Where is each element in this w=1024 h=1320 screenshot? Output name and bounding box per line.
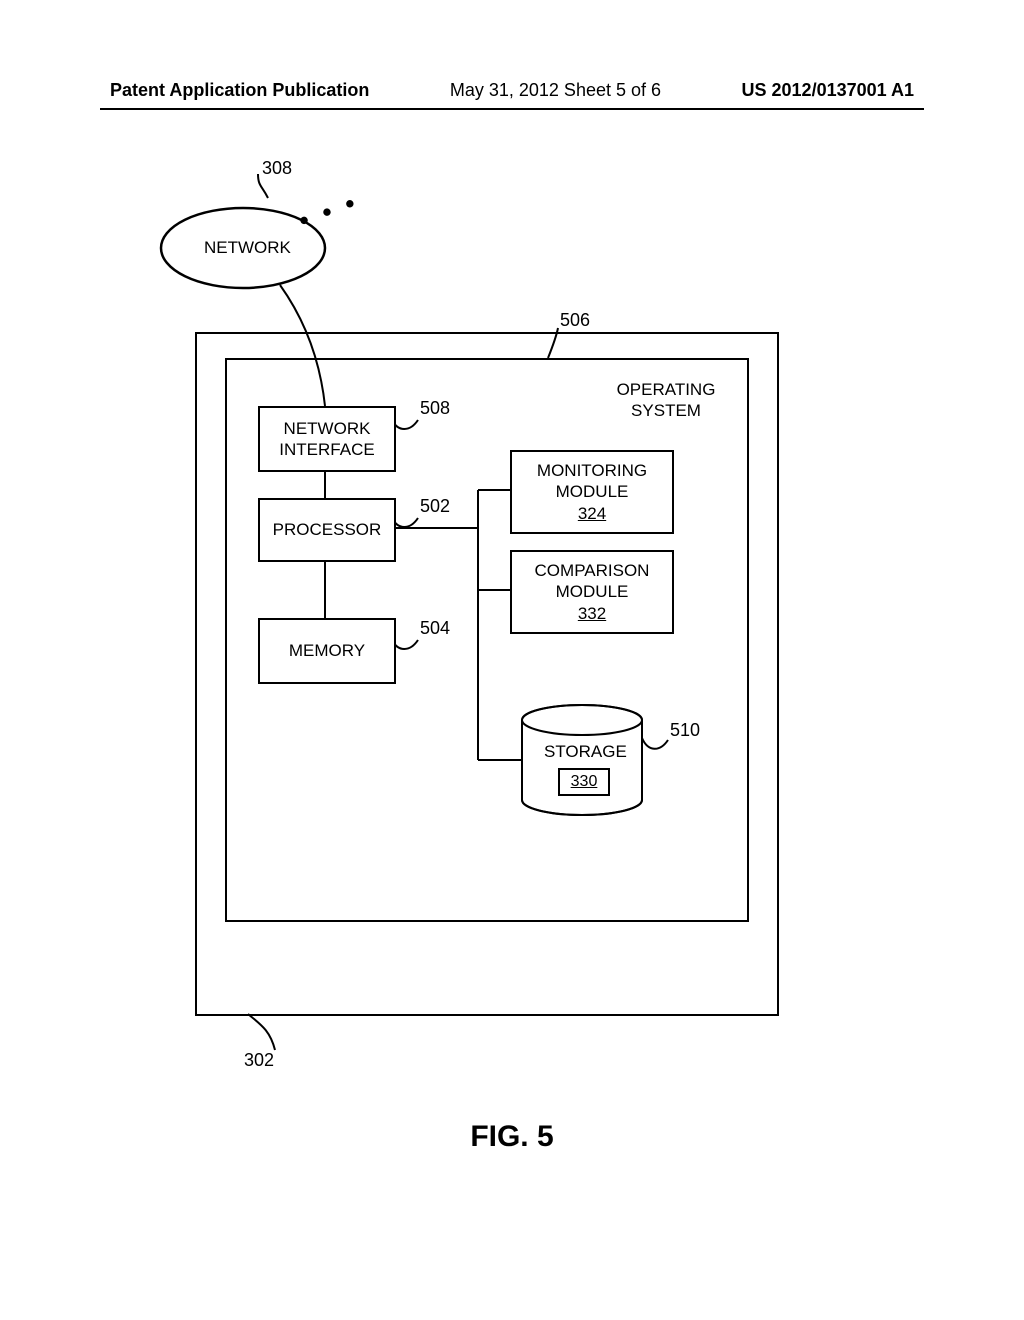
netiface-line1: NETWORK [284, 418, 371, 439]
storage-inner-ref-box: 330 [558, 768, 610, 796]
memory-label: MEMORY [289, 640, 365, 661]
ref-332: 332 [578, 603, 606, 624]
network-label: NETWORK [204, 238, 291, 258]
ref-504: 504 [420, 618, 450, 639]
ref-510: 510 [670, 720, 700, 741]
comparison-line2: MODULE [556, 581, 629, 602]
ellipsis-dots: • • • [295, 186, 364, 236]
ref-302: 302 [244, 1050, 274, 1071]
monitoring-line2: MODULE [556, 481, 629, 502]
page: Patent Application Publication May 31, 2… [0, 0, 1024, 1320]
header-left: Patent Application Publication [110, 80, 369, 101]
os-line2: SYSTEM [631, 400, 701, 421]
page-header: Patent Application Publication May 31, 2… [110, 80, 914, 101]
processor-block: PROCESSOR [258, 498, 396, 562]
comparison-module-block: COMPARISON MODULE 332 [510, 550, 674, 634]
ref-508: 508 [420, 398, 450, 419]
operating-system-block: OPERATING SYSTEM [596, 370, 736, 430]
monitoring-module-block: MONITORING MODULE 324 [510, 450, 674, 534]
monitoring-line1: MONITORING [537, 460, 647, 481]
header-rule [100, 108, 924, 110]
network-interface-block: NETWORK INTERFACE [258, 406, 396, 472]
ref-330: 330 [571, 773, 598, 790]
header-mid: May 31, 2012 Sheet 5 of 6 [450, 80, 661, 101]
figure-label: FIG. 5 [0, 1120, 1024, 1154]
os-line1: OPERATING [617, 379, 716, 400]
memory-block: MEMORY [258, 618, 396, 684]
ref-502: 502 [420, 496, 450, 517]
storage-label: STORAGE [544, 742, 627, 762]
processor-label: PROCESSOR [273, 519, 382, 540]
ref-506: 506 [560, 310, 590, 331]
netiface-line2: INTERFACE [279, 439, 374, 460]
header-right: US 2012/0137001 A1 [742, 80, 914, 101]
ref-308: 308 [262, 158, 292, 179]
ref-324: 324 [578, 503, 606, 524]
comparison-line1: COMPARISON [535, 560, 650, 581]
